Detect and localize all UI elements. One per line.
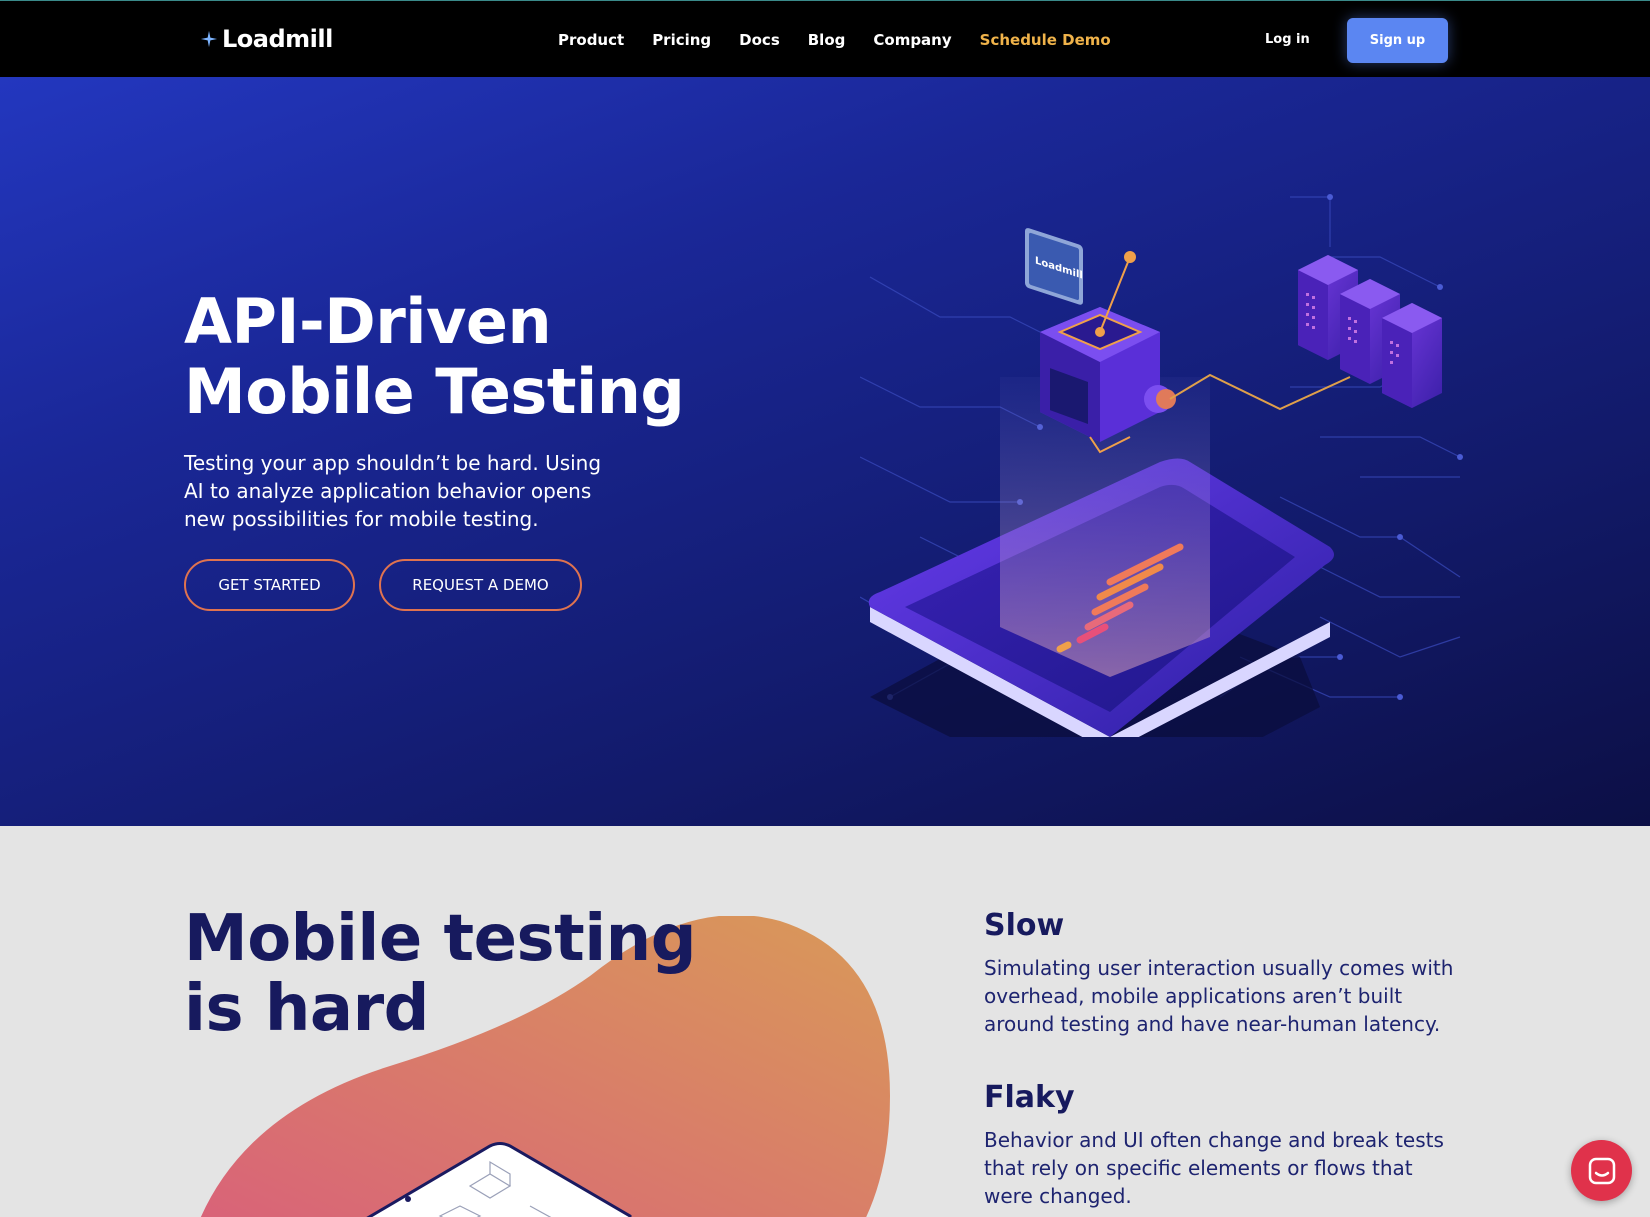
get-started-button[interactable]: GET STARTED	[184, 559, 355, 611]
chat-icon	[1588, 1157, 1615, 1184]
nav-product[interactable]: Product	[558, 31, 624, 49]
hero-title: API-Driven Mobile Testing	[184, 285, 685, 428]
section-title: Mobile testing is hard	[184, 902, 697, 1046]
hero-illustration: Loadmill	[860, 194, 1463, 737]
mobile-testing-hard-section: Mobile testing is hard Slow Simulating u…	[0, 826, 1650, 1217]
hero-title-line1: API-Driven	[184, 285, 552, 358]
nav-schedule-demo[interactable]: Schedule Demo	[980, 31, 1111, 49]
feature-text-slow: Simulating user interaction usually come…	[984, 956, 1454, 1036]
nav-links: Product Pricing Docs Blog Company Schedu…	[558, 31, 1111, 49]
chat-launcher-button[interactable]	[1571, 1140, 1632, 1201]
nav-pricing[interactable]: Pricing	[652, 31, 711, 49]
signup-button[interactable]: Sign up	[1347, 18, 1448, 63]
floating-card: Loadmill	[1025, 228, 1083, 305]
feature-text-flaky: Behavior and UI often change and break t…	[984, 1128, 1444, 1208]
nav-docs[interactable]: Docs	[739, 31, 780, 49]
login-link[interactable]: Log in	[1265, 32, 1310, 47]
section-title-line1: Mobile testing	[184, 902, 697, 976]
hero-title-line2: Mobile Testing	[184, 355, 685, 428]
hero-subtitle: Testing your app shouldn’t be hard. Usin…	[184, 451, 602, 531]
nav-company[interactable]: Company	[873, 31, 951, 49]
top-nav: Loadmill Product Pricing Docs Blog Compa…	[0, 0, 1650, 77]
feature-title-flaky: Flaky	[984, 1080, 1075, 1115]
hero-section: API-Driven Mobile Testing Testing your a…	[0, 77, 1650, 826]
loadmill-logo-icon	[200, 30, 218, 48]
feature-title-slow: Slow	[984, 908, 1065, 943]
server-rack	[1298, 255, 1442, 408]
logo-text: Loadmill	[222, 25, 333, 53]
section-title-line2: is hard	[184, 972, 429, 1046]
nav-blog[interactable]: Blog	[808, 31, 846, 49]
request-demo-button[interactable]: REQUEST A DEMO	[379, 559, 582, 611]
loadmill-logo[interactable]: Loadmill	[200, 25, 333, 53]
